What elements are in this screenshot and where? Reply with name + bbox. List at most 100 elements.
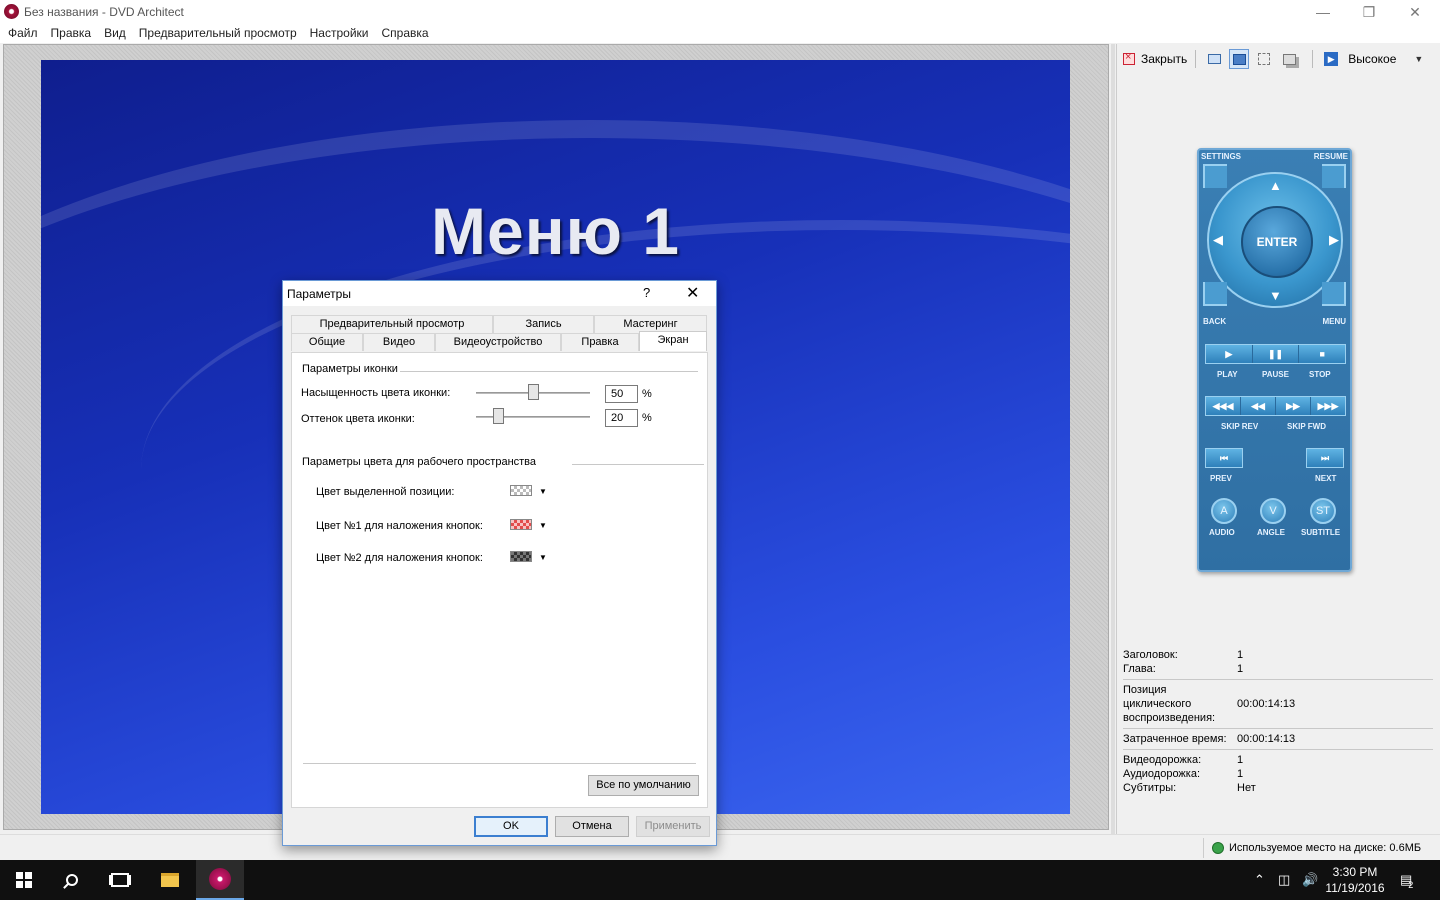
info-key: воспроизведения: bbox=[1123, 712, 1216, 724]
divider bbox=[303, 763, 696, 764]
start-button[interactable] bbox=[0, 860, 48, 900]
tint-label: Оттенок цвета иконки: bbox=[301, 413, 415, 425]
overlay2-color-swatch[interactable] bbox=[510, 551, 532, 562]
back-button[interactable] bbox=[1203, 282, 1227, 306]
info-key: Позиция bbox=[1123, 684, 1167, 696]
apply-button[interactable]: Применить bbox=[636, 816, 710, 837]
settings-button[interactable] bbox=[1203, 164, 1227, 188]
reset-defaults-button[interactable]: Все по умолчанию bbox=[588, 775, 699, 796]
fullscreen-view-button[interactable] bbox=[1229, 49, 1250, 69]
chevron-down-icon[interactable]: ▼ bbox=[1414, 54, 1423, 64]
tab-edit[interactable]: Правка bbox=[561, 333, 639, 351]
group-divider bbox=[572, 464, 704, 465]
saturation-slider-thumb[interactable] bbox=[527, 384, 539, 400]
enter-button[interactable]: ENTER bbox=[1241, 206, 1313, 278]
close-preview-icon[interactable] bbox=[1123, 51, 1135, 65]
remote-skip-fwd-label: SKIP FWD bbox=[1287, 422, 1326, 431]
chevron-down-icon[interactable]: ▼ bbox=[539, 521, 547, 530]
menu-file[interactable]: Файл bbox=[2, 24, 45, 43]
tint-slider-thumb[interactable] bbox=[493, 408, 505, 424]
resume-button[interactable] bbox=[1322, 164, 1346, 188]
info-row-loop: циклического 00:00:14:13 bbox=[1123, 697, 1433, 711]
rewind-button[interactable]: ◀◀ bbox=[1241, 397, 1276, 415]
menu-title-text[interactable]: Меню 1 bbox=[41, 193, 1070, 269]
preview-toolbar: Закрыть ▶ Высокое ▼ bbox=[1117, 44, 1440, 74]
monitor-view-button[interactable] bbox=[1204, 49, 1224, 69]
skip-fwd-button[interactable]: ▶▶▶ bbox=[1311, 397, 1345, 415]
saturation-percent: % bbox=[642, 388, 652, 400]
tab-preview[interactable]: Предварительный просмотр bbox=[291, 315, 493, 333]
network-icon[interactable]: ◫ bbox=[1278, 860, 1290, 900]
dialog-close-icon[interactable]: ✕ bbox=[686, 283, 699, 303]
saturation-input[interactable]: 50 bbox=[605, 385, 638, 403]
chevron-down-icon[interactable]: ▼ bbox=[539, 487, 547, 496]
dvd-architect-taskbar-button[interactable] bbox=[196, 860, 244, 900]
restore-button[interactable]: ❐ bbox=[1346, 0, 1392, 24]
task-view-button[interactable] bbox=[96, 860, 144, 900]
tab-general[interactable]: Общие bbox=[291, 333, 363, 351]
quality-dropdown[interactable]: Высокое bbox=[1348, 52, 1396, 66]
menu-edit[interactable]: Правка bbox=[45, 24, 99, 43]
saturation-label: Насыщенность цвета иконки: bbox=[301, 387, 451, 399]
volume-icon[interactable]: 🔊 bbox=[1302, 860, 1318, 900]
dvd-architect-icon bbox=[209, 868, 231, 890]
help-button[interactable]: ? bbox=[643, 285, 650, 300]
info-row-loop: воспроизведения: bbox=[1123, 711, 1433, 725]
tint-percent: % bbox=[642, 412, 652, 424]
remote-settings-label: SETTINGS bbox=[1201, 152, 1242, 161]
angle-button[interactable]: V bbox=[1260, 498, 1286, 524]
tab-record[interactable]: Запись bbox=[493, 315, 594, 333]
skip-rev-button[interactable]: ◀◀◀ bbox=[1206, 397, 1241, 415]
remote-stop-label: STOP bbox=[1309, 370, 1331, 379]
remote-audio-label: AUDIO bbox=[1209, 528, 1235, 537]
arrow-up-icon[interactable]: ▲ bbox=[1269, 178, 1282, 193]
audio-button[interactable]: A bbox=[1211, 498, 1237, 524]
highlight-color-swatch[interactable] bbox=[510, 485, 532, 496]
menu-button[interactable] bbox=[1322, 282, 1346, 306]
file-explorer-button[interactable] bbox=[146, 860, 194, 900]
info-row-title: Заголовок: 1 bbox=[1123, 648, 1433, 662]
overlay1-color-swatch[interactable] bbox=[510, 519, 532, 530]
search-button[interactable] bbox=[48, 860, 96, 900]
arrow-down-icon[interactable]: ▼ bbox=[1269, 288, 1282, 303]
menu-help[interactable]: Справка bbox=[375, 24, 435, 43]
ok-button[interactable]: OK bbox=[474, 816, 548, 837]
info-value: 1 bbox=[1237, 768, 1244, 780]
stop-button[interactable]: ■ bbox=[1299, 345, 1345, 363]
arrow-right-icon[interactable]: ▶ bbox=[1329, 232, 1339, 248]
menu-preview[interactable]: Предварительный просмотр bbox=[133, 24, 304, 43]
next-button[interactable]: ⏭ bbox=[1306, 448, 1344, 468]
safe-area-button[interactable] bbox=[1254, 49, 1274, 69]
divider bbox=[1123, 749, 1433, 750]
remote-play-label: PLAY bbox=[1217, 370, 1238, 379]
play-preview-button[interactable]: ▶ bbox=[1321, 49, 1341, 69]
info-key: Затраченное время: bbox=[1123, 733, 1227, 745]
notifications-icon[interactable]: ▤ 2 bbox=[1400, 860, 1413, 900]
menu-settings[interactable]: Настройки bbox=[304, 24, 376, 43]
close-window-button[interactable]: ✕ bbox=[1392, 0, 1438, 24]
panel-splitter[interactable] bbox=[1111, 44, 1115, 834]
info-key: Заголовок: bbox=[1123, 649, 1178, 661]
arrow-left-icon[interactable]: ◀ bbox=[1213, 232, 1223, 248]
info-value-blank bbox=[1237, 683, 1433, 697]
overlay-button[interactable] bbox=[1279, 49, 1299, 69]
cancel-button[interactable]: Отмена bbox=[555, 816, 629, 837]
tab-video-device[interactable]: Видеоустройство bbox=[435, 333, 561, 351]
menu-view[interactable]: Вид bbox=[98, 24, 133, 43]
tray-chevron-icon[interactable]: ⌃ bbox=[1254, 860, 1265, 900]
fast-forward-button[interactable]: ▶▶ bbox=[1276, 397, 1311, 415]
prev-button[interactable]: ⏮ bbox=[1205, 448, 1243, 468]
pause-button[interactable]: ❚❚ bbox=[1253, 345, 1300, 363]
chevron-down-icon[interactable]: ▼ bbox=[539, 553, 547, 562]
close-preview-button[interactable]: Закрыть bbox=[1141, 52, 1187, 66]
info-value: 1 bbox=[1237, 754, 1244, 766]
tab-display[interactable]: Экран bbox=[639, 331, 707, 351]
minimize-button[interactable]: — bbox=[1300, 0, 1346, 24]
fullscreen-icon bbox=[1232, 53, 1246, 65]
tint-input[interactable]: 20 bbox=[605, 409, 638, 427]
system-clock[interactable]: 3:30 PM 11/19/2016 bbox=[1320, 864, 1390, 896]
subtitle-button[interactable]: ST bbox=[1310, 498, 1336, 524]
play-button[interactable]: ▶ bbox=[1206, 345, 1253, 363]
tab-video[interactable]: Видео bbox=[363, 333, 435, 351]
info-row-audio: Аудиодорожка: 1 bbox=[1123, 767, 1433, 781]
